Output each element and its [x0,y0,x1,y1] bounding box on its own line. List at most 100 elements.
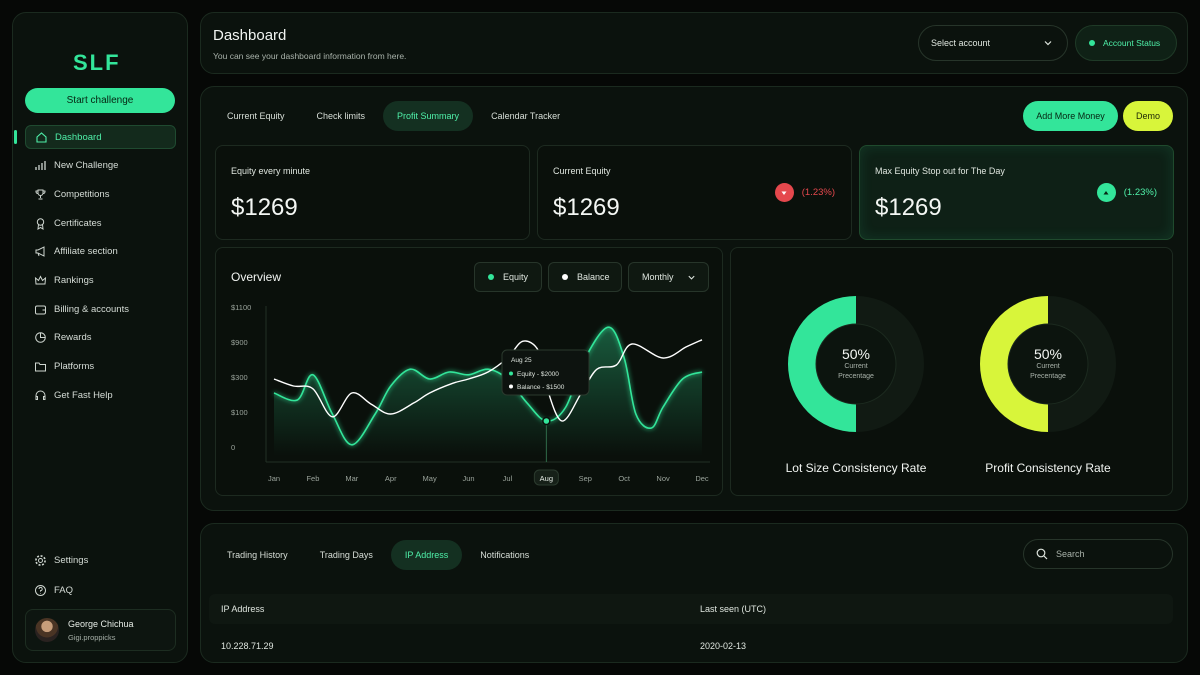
column-header-last-seen: Last seen (UTC) [700,604,767,614]
tab-check-limits[interactable]: Check limits [303,101,380,131]
folder-icon [34,360,47,373]
sidebar-item-label: Dashboard [55,131,102,143]
stat-card-max-equity-stop: Max Equity Stop out for The Day $1269 (1… [859,145,1174,240]
sidebar-item-billing-accounts[interactable]: Billing & accounts [25,297,176,321]
gear-icon [34,554,47,567]
search-input[interactable] [1056,549,1156,559]
sidebar-item-certificates[interactable]: Certificates [25,211,176,235]
sidebar-item-dashboard[interactable]: Dashboard [14,125,176,149]
stat-change-value: (1.23%) [801,187,835,198]
sidebar-item-get-fast-help[interactable]: Get Fast Help [25,383,176,407]
donut-label-lot-size: Lot Size Consistency Rate [785,461,927,475]
x-tick-label: Dec [695,474,709,483]
account-status-label: Account Status [1103,38,1161,48]
demo-button[interactable]: Demo [1123,101,1173,131]
sidebar-item-competitions[interactable]: Competitions [25,182,176,206]
y-tick-label: 0 [231,443,235,452]
stat-change-value: (1.23%) [1123,187,1157,198]
search-icon [1036,548,1048,560]
home-icon [35,131,48,144]
stat-card-current-equity: Current Equity $1269 (1.23%) [537,145,852,240]
equity-point-marker [542,416,551,426]
tab-current-equity[interactable]: Current Equity [213,101,299,131]
slf-logo[interactable]: SLF [73,49,133,75]
tab-trading-days[interactable]: Trading Days [306,540,387,570]
x-tick-label: Sep [579,474,592,483]
sidebar-item-settings[interactable]: Settings [25,548,176,572]
donut-sub-1: Current [1036,363,1060,370]
sidebar-item-label: Platforms [54,361,95,372]
overview-chart-card: Overview Equity Balance Monthly $1100 $90… [215,247,723,496]
x-tick-label: Apr [385,474,397,483]
tab-trading-history[interactable]: Trading History [213,540,302,570]
add-more-money-button[interactable]: Add More Money [1023,101,1118,131]
y-tick-label: $100 [231,408,248,417]
select-account-label: Select account [931,38,991,48]
main-panel: Current Equity Check limits Profit Summary… [200,86,1188,511]
avatar [35,618,59,642]
donut-center-lot-size: 50% Current Precentage [816,346,896,382]
donut-value: 50% [841,346,871,362]
stat-value: $1269 [553,194,620,221]
sidebar-bottom-nav: Settings FAQ [25,548,176,608]
status-dot-icon [1089,40,1095,46]
sidebar-item-label: Competitions [54,188,110,200]
bottom-panel: Trading History Trading Days IP Address Not… [200,523,1188,663]
donut-sub-2: Precentage [1030,373,1066,380]
start-challenge-button[interactable]: Start challenge [25,88,175,113]
sidebar-item-label: Settings [54,554,89,566]
y-tick-label: $900 [231,338,248,347]
bar-chart-icon [34,159,47,172]
question-icon [34,584,47,597]
tooltip-text: Aug 25 [511,357,532,364]
certificate-icon [34,217,47,230]
crown-icon [34,274,47,287]
sidebar-item-rewards[interactable]: Rewards [25,326,176,350]
sidebar-item-label: Get Fast Help [54,389,113,401]
sidebar-item-new-challenge[interactable]: New Challenge [25,154,176,178]
sidebar-item-platforms[interactable]: Platforms [25,355,176,379]
x-tick-label: Feb [306,474,319,483]
tooltip-dot-icon [509,371,513,376]
bottom-tabs: Trading History Trading Days IP Address Not… [213,540,547,570]
y-tick-label: $300 [231,373,248,382]
sidebar-item-label: New Challenge [54,160,119,172]
consistency-rates-card: 50% Current Precentage 50% Current Prece… [730,247,1173,496]
x-tick-label: Jan [268,474,280,483]
stat-label: Max Equity Stop out for The Day [875,166,1005,176]
donut-value: 50% [1033,346,1063,362]
arrow-down-icon [774,183,794,202]
user-name: George Chichua [68,618,134,629]
sidebar-item-label: Billing & accounts [54,303,129,315]
header: Dashboard You can see your dashboard inf… [200,12,1188,74]
sidebar-item-faq[interactable]: FAQ [25,578,176,602]
x-tick-label: Nov [656,474,670,483]
tab-ip-address[interactable]: IP Address [390,540,463,570]
search-box[interactable] [1023,539,1173,569]
equity-area [274,327,702,456]
user-info: George Chichua Gigi.proppicks [68,619,134,642]
main-tabs: Current Equity Check limits Profit Summary… [213,101,578,131]
headset-icon [34,389,47,402]
user-profile-card[interactable]: George Chichua Gigi.proppicks [25,609,176,651]
sidebar-item-label: Affiliate section [54,246,118,258]
column-header-ip: IP Address [221,604,265,614]
sidebar-item-affiliate-section[interactable]: Affiliate section [25,240,176,264]
sidebar-item-rankings[interactable]: Rankings [25,268,176,292]
y-tick-label: $1100 [231,303,251,312]
tab-profit-summary[interactable]: Profit Summary [383,101,474,131]
tab-calendar-tracker[interactable]: Calendar Tracker [477,101,574,131]
select-account-dropdown[interactable]: Select account [918,25,1068,61]
stat-label: Equity every minute [231,166,311,176]
chevron-down-icon [1044,41,1052,46]
chart-tooltip: Aug 25 Equity - $2000 Balance - $1500 [501,349,590,396]
sidebar-item-label: FAQ [54,584,74,596]
x-tick-label: Jul [503,474,513,483]
account-status-button[interactable]: Account Status [1075,25,1177,61]
sidebar-item-label: Certificates [54,217,102,229]
user-handle: Gigi.proppicks [68,632,116,642]
overview-line-chart[interactable]: $1100 $900 $300 $100 0 Jan Feb Mar Apr May Jun Jul A… [216,248,724,497]
tooltip-text: Balance - $1500 [517,384,565,391]
sidebar-item-label: Rankings [54,274,94,286]
tab-notifications[interactable]: Notifications [466,540,543,570]
